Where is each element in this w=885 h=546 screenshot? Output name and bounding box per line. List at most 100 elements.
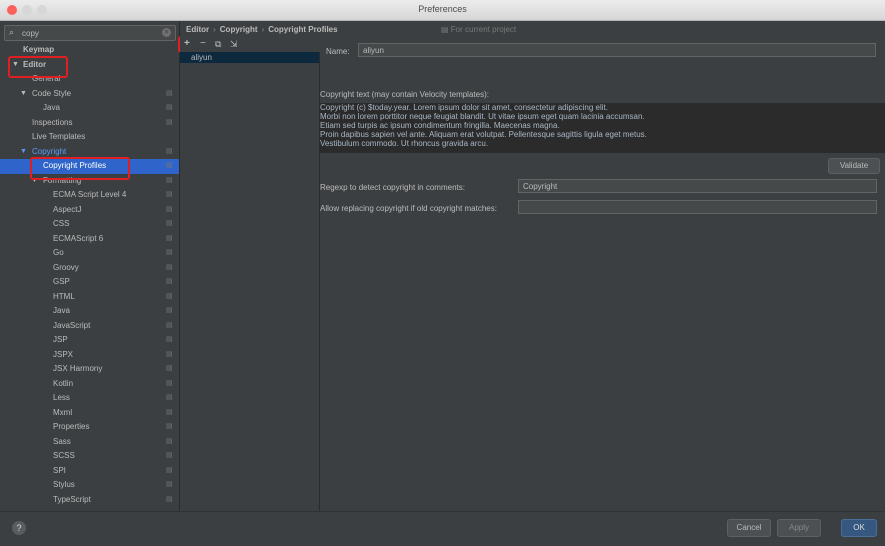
breadcrumb-copyright-profiles: Copyright Profiles <box>268 25 338 34</box>
tree-item-ecma-script-level-4[interactable]: ECMA Script Level 4 ▤ <box>0 188 179 203</box>
profile-list: aliyun <box>180 52 320 511</box>
validate-button[interactable]: Validate <box>828 158 880 174</box>
tree-item-ecmascript-6[interactable]: ECMAScript 6 ▤ <box>0 232 179 247</box>
tree-item-javascript[interactable]: JavaScript ▤ <box>0 319 179 334</box>
tree-item-label: CSS <box>53 219 70 228</box>
tree-expand-arrow-icon[interactable]: ▼ <box>20 87 27 102</box>
tree-item-label: SPI <box>53 465 66 475</box>
clear-search-icon[interactable]: × <box>162 28 171 37</box>
settings-sidebar: ⌕ × Keymap▼EditorGeneral▼Code Style▤Java… <box>0 21 180 511</box>
copyright-text-header: Copyright text (may contain Velocity tem… <box>320 90 885 101</box>
profile-list-item[interactable]: aliyun <box>180 52 319 63</box>
tree-item-properties[interactable]: Properties ▤ <box>0 420 179 435</box>
tree-item-label: Mxml <box>53 407 73 417</box>
copyright-text-line: Etiam sed turpis ac ipsum condimentum fr… <box>320 121 560 130</box>
tree-item-live-templates[interactable]: Live Templates <box>0 130 179 145</box>
highlight-box-copyright-profiles <box>30 157 130 180</box>
tree-item-label: Stylus <box>53 480 75 489</box>
apply-button[interactable]: Apply <box>777 519 821 537</box>
project-scope-icon: ▤ <box>166 263 173 271</box>
project-scope-note: ▤ For current project <box>441 25 516 34</box>
tree-item-gsp[interactable]: GSP ▤ <box>0 275 179 290</box>
copyright-text-label: Copyright text (may contain Velocity tem… <box>320 90 489 99</box>
project-scope-icon: ▤ <box>166 466 173 474</box>
tree-item-label: ECMA Script Level 4 <box>53 190 127 199</box>
tree-item-stylus[interactable]: Stylus ▤ <box>0 478 179 493</box>
tree-item-spi[interactable]: SPI ▤ <box>0 464 179 479</box>
regexp-input[interactable]: Copyright <box>518 179 877 193</box>
tree-item-kotlin[interactable]: Kotlin ▤ <box>0 377 179 392</box>
tree-item-html[interactable]: HTML ▤ <box>0 290 179 305</box>
project-scope-icon: ▤ <box>166 205 173 213</box>
settings-search-input[interactable] <box>22 27 152 39</box>
tree-item-label: Go <box>53 248 64 257</box>
replace-copyright-input[interactable] <box>518 200 877 214</box>
tree-item-aspectj[interactable]: AspectJ ▤ <box>0 203 179 218</box>
tree-item-java[interactable]: Java ▤ <box>0 101 179 116</box>
project-scope-icon: ▤ <box>166 321 173 329</box>
tree-item-label: AspectJ <box>53 204 82 214</box>
tree-item-groovy[interactable]: Groovy ▤ <box>0 261 179 276</box>
tree-item-label: JavaScript <box>53 320 91 330</box>
tree-item-go[interactable]: Go ▤ <box>0 246 179 261</box>
help-button[interactable]: ? <box>12 521 26 535</box>
tree-item-label: Code Style <box>32 88 72 98</box>
breadcrumb-editor[interactable]: Editor <box>186 25 209 34</box>
add-profile-button[interactable]: + <box>184 38 190 50</box>
import-profile-button[interactable]: ⇲ <box>230 38 238 50</box>
project-scope-icon: ▤ <box>166 365 173 372</box>
cancel-button[interactable]: Cancel <box>727 519 771 537</box>
project-scope-icon: ▤ <box>166 481 173 488</box>
tree-item-scss[interactable]: SCSS ▤ <box>0 449 179 464</box>
tree-item-jsx-harmony[interactable]: JSX Harmony ▤ <box>0 362 179 377</box>
profile-detail-panel: Name: aliyun Copyright text (may contain… <box>320 43 885 511</box>
tree-item-code-style[interactable]: ▼ Code Style ▤ <box>0 87 179 102</box>
tree-item-jspx[interactable]: JSPX ▤ <box>0 348 179 363</box>
tree-item-less[interactable]: Less ▤ <box>0 391 179 406</box>
tree-item-css[interactable]: CSS ▤ <box>0 217 179 232</box>
copyright-text-line: Morbi non lorem porttitor neque feugiat … <box>320 112 645 121</box>
profile-name-input[interactable]: aliyun <box>358 43 876 57</box>
project-scope-icon: ▤ <box>166 249 173 256</box>
tree-expand-arrow-icon[interactable]: ▼ <box>20 145 27 160</box>
tree-item-java[interactable]: Java ▤ <box>0 304 179 319</box>
tree-item-sass[interactable]: Sass ▤ <box>0 435 179 450</box>
settings-search-box[interactable]: ⌕ × <box>4 25 176 41</box>
project-scope-icon: ▤ <box>166 147 173 155</box>
project-scope-icon: ▤ <box>166 220 173 227</box>
tree-item-mxml[interactable]: Mxml ▤ <box>0 406 179 421</box>
tree-item-jsp[interactable]: JSP ▤ <box>0 333 179 348</box>
project-scope-icon: ▤ <box>166 423 173 430</box>
ok-button[interactable]: OK <box>841 519 877 537</box>
copyright-text-line: Copyright (c) $today.year. Lorem ipsum d… <box>320 103 608 112</box>
regexp-label: Regexp to detect copyright in comments: <box>320 183 465 192</box>
project-scope-icon: ▤ <box>166 104 173 111</box>
breadcrumb-copyright[interactable]: Copyright <box>220 25 258 34</box>
tree-item-label: SCSS <box>53 451 75 460</box>
highlight-box-editor <box>8 56 68 78</box>
tree-item-inspections[interactable]: Inspections ▤ <box>0 116 179 131</box>
replace-copyright-label: Allow replacing copyright if old copyrig… <box>320 204 497 213</box>
tree-item-typescript[interactable]: TypeScript ▤ <box>0 493 179 508</box>
copy-profile-button[interactable]: ⧉ <box>215 38 221 50</box>
tree-item-label: Live Templates <box>32 132 86 141</box>
tree-item-label: ECMAScript 6 <box>53 233 104 243</box>
project-scope-icon: ▤ <box>166 89 173 97</box>
tree-item-label: Groovy <box>53 262 79 272</box>
project-scope-icon: ▤ <box>166 394 173 401</box>
project-scope-icon: ▤ <box>166 350 173 358</box>
copyright-text-editor[interactable]: Copyright (c) $today.year. Lorem ipsum d… <box>320 103 885 153</box>
settings-content: Editor › Copyright › Copyright Profiles ▤ Fo… <box>180 21 885 511</box>
window-titlebar: Preferences <box>0 0 885 21</box>
tree-item-label: JSX Harmony <box>53 364 103 373</box>
project-scope-icon: ▤ <box>166 379 173 387</box>
breadcrumb: Editor › Copyright › Copyright Profiles <box>186 25 338 34</box>
tree-item-label: JSPX <box>53 349 74 359</box>
tree-item-label: TypeScript <box>53 494 91 504</box>
remove-profile-button[interactable]: − <box>200 38 206 50</box>
project-scope-icon: ▤ <box>166 292 173 300</box>
project-scope-icon: ▤ <box>166 452 173 459</box>
project-scope-label: For current project <box>450 25 517 34</box>
tree-item-label: Java <box>53 306 70 315</box>
project-scope-icon: ▤ <box>166 495 173 503</box>
